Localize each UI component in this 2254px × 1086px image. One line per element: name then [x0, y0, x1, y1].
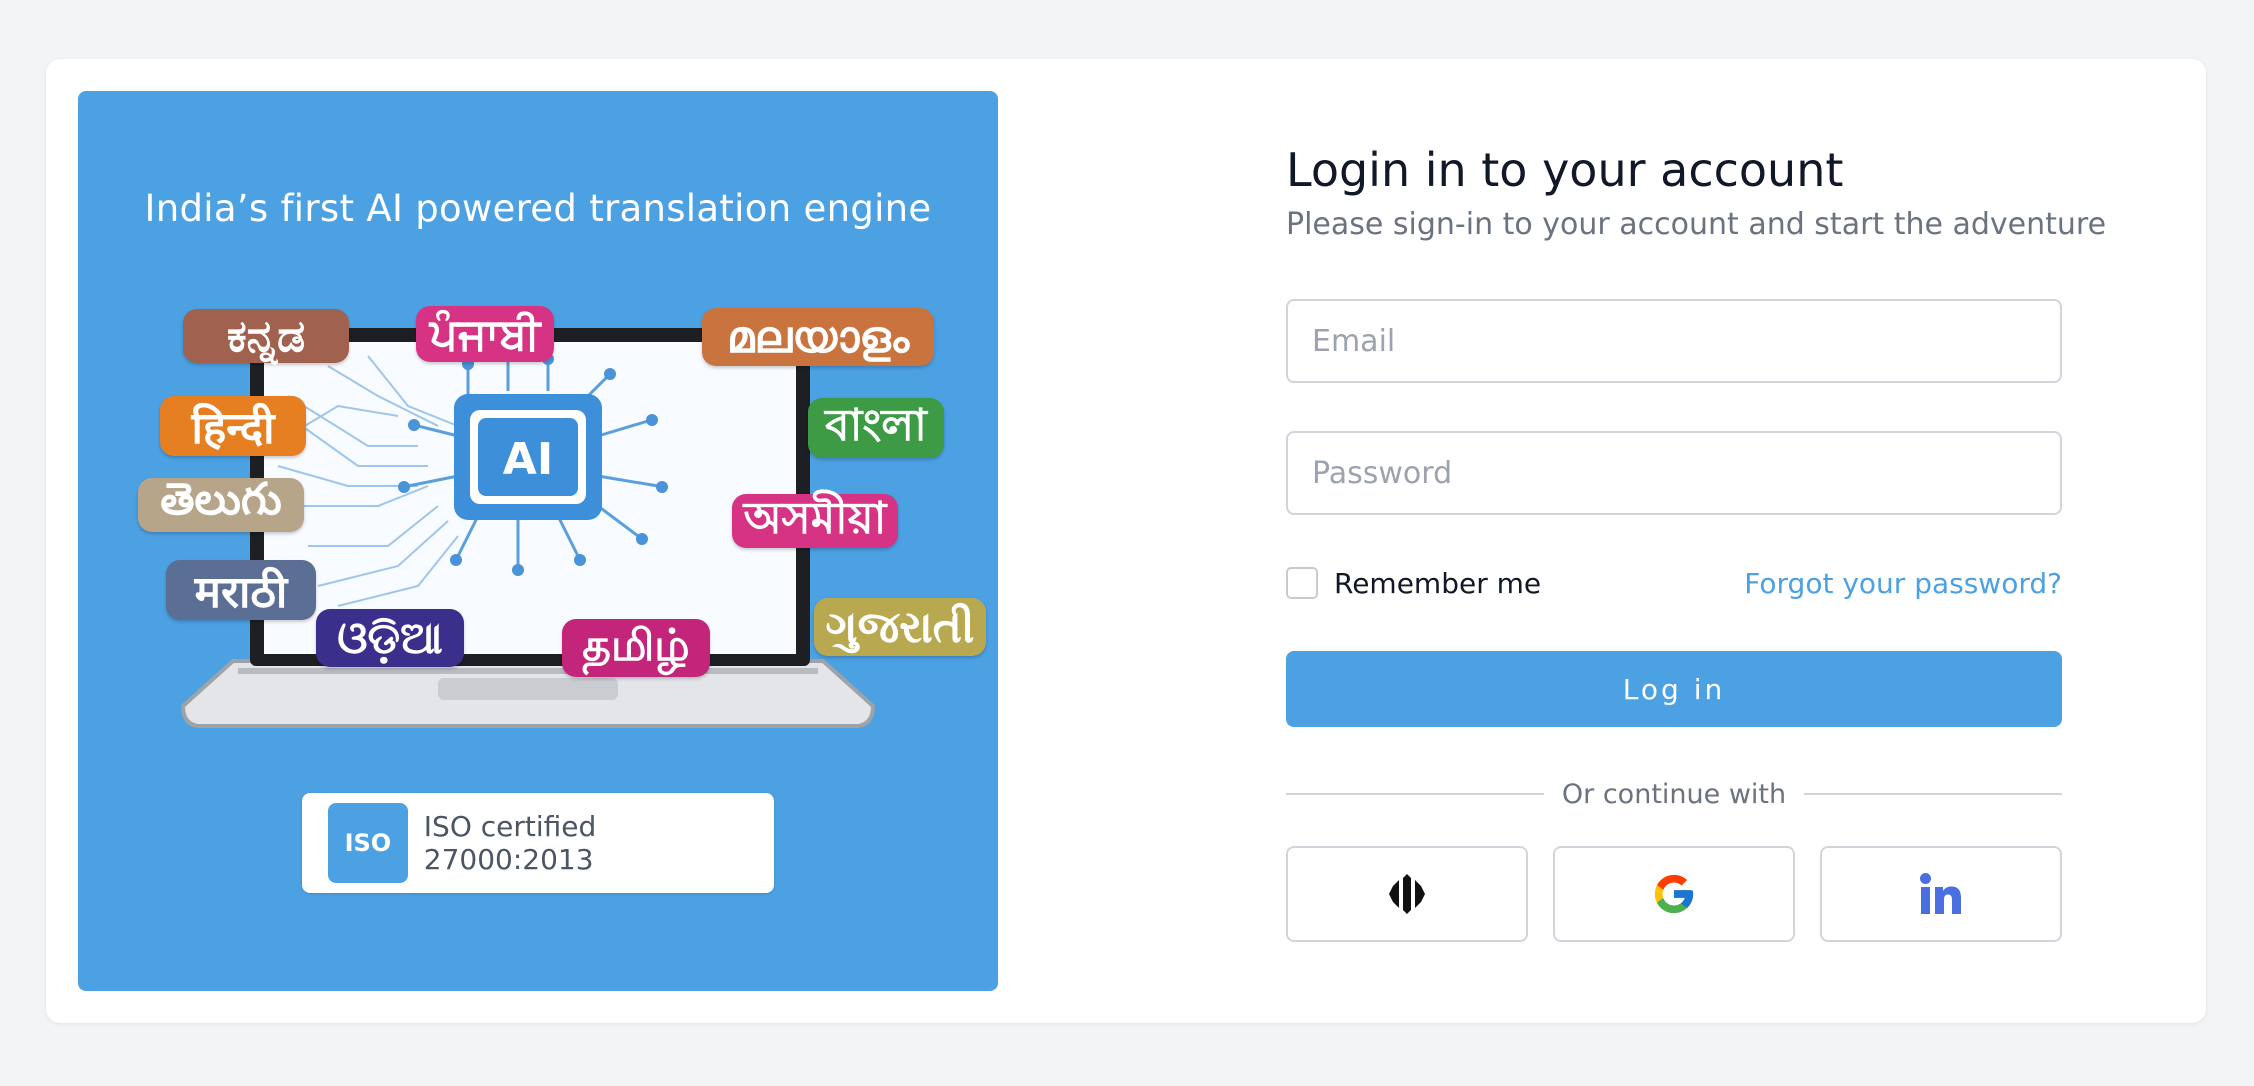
language-tag-tamil: தமிழ் — [562, 619, 710, 677]
language-tag-odia: ଓଡ଼ିଆ — [316, 609, 464, 667]
email-field[interactable] — [1286, 299, 2062, 383]
divider-line-right — [1804, 793, 2063, 795]
social-login-row — [1286, 846, 2062, 942]
page-subtitle: Please sign-in to your account and start… — [1286, 207, 2107, 242]
promo-panel: India’s first AI powered translation eng… — [78, 91, 998, 991]
iso-logo-icon: ISO — [328, 803, 408, 883]
translation-illustration: AI ಕನ್ನಡ ਪੰਜਾਬੀ മലയാളം हिन्दी বাংলা తెలు… — [138, 306, 986, 736]
language-tag-marathi: मराठी — [166, 560, 316, 620]
language-tag-assamese: অসমীয়া — [732, 493, 898, 548]
remember-me-toggle[interactable]: Remember me — [1286, 567, 1541, 600]
sso-shield-icon — [1389, 874, 1425, 914]
password-field[interactable] — [1286, 431, 2062, 515]
or-continue-divider: Or continue with — [1286, 777, 2063, 811]
google-icon — [1654, 874, 1694, 914]
language-tag-telugu: తెలుగు — [138, 474, 304, 532]
sso-login-button[interactable] — [1286, 846, 1528, 942]
divider-text: Or continue with — [1561, 778, 1787, 810]
divider-line-left — [1286, 793, 1544, 795]
language-tag-malayalam: മലയാളം — [702, 308, 934, 366]
remember-me-label: Remember me — [1334, 566, 1542, 600]
language-tag-punjabi: ਪੰਜਾਬੀ — [416, 306, 554, 362]
iso-certification-text: ISO certified 27000:2013 — [423, 810, 597, 876]
promo-tagline: India’s first AI powered translation eng… — [144, 187, 932, 230]
forgot-password-link[interactable]: Forgot your password? — [1744, 567, 2062, 600]
language-tag-hindi: हिन्दी — [160, 396, 306, 456]
language-tag-bengali: বাংলা — [808, 398, 944, 458]
remember-forgot-row: Remember me Forgot your password? — [1286, 565, 2062, 601]
page-title: Login in to your account — [1286, 143, 1844, 197]
language-tag-kannada: ಕನ್ನಡ — [183, 309, 349, 363]
login-button[interactable]: Log in — [1286, 651, 2062, 727]
remember-me-checkbox[interactable] — [1286, 567, 1318, 599]
language-tag-gujarati: ગુજરાતી — [814, 598, 986, 656]
google-login-button[interactable] — [1553, 846, 1795, 942]
linkedin-icon — [1920, 873, 1961, 914]
login-card: India’s first AI powered translation eng… — [46, 59, 2206, 1023]
iso-badge: ISO ISO certified 27000:2013 — [302, 793, 774, 893]
ai-chip-label: AI — [503, 434, 553, 485]
linkedin-login-button[interactable] — [1820, 846, 2062, 942]
